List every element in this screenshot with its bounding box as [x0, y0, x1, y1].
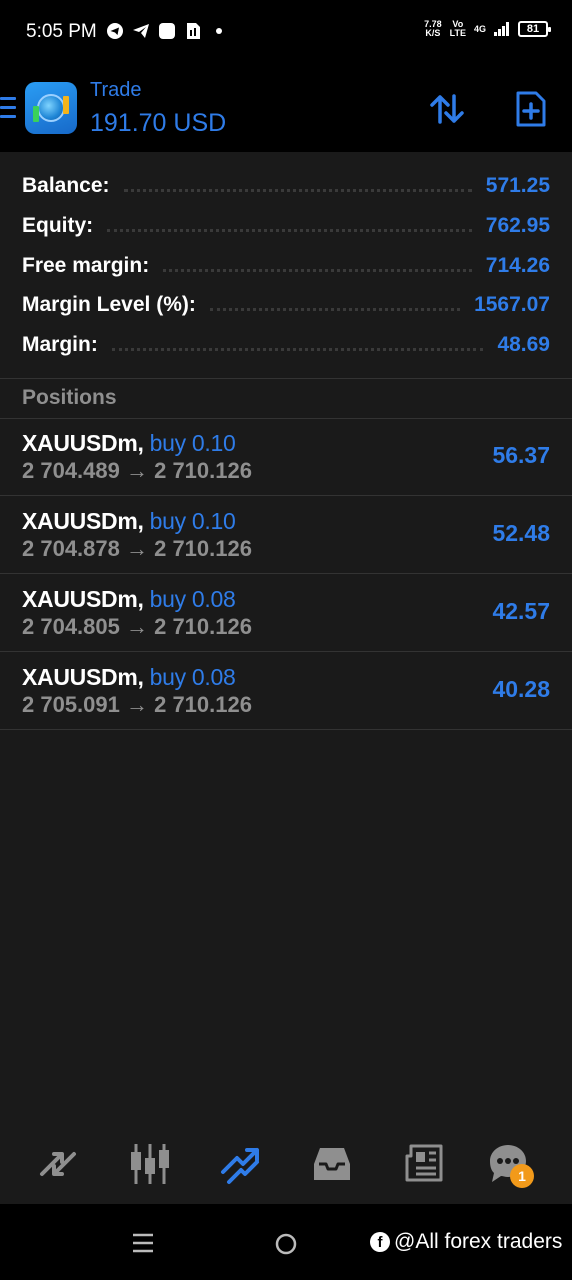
bottom-tab-bar [0, 1126, 572, 1204]
position-prices: 2 704.805 → 2 710.126 [22, 614, 252, 639]
summary-label: Free margin: [22, 254, 150, 277]
summary-value: 48.69 [497, 333, 550, 356]
position-side: buy 0.08 [149, 586, 236, 612]
telegram-icon [107, 23, 123, 39]
app-square-icon [159, 23, 175, 39]
logo-bar-green [33, 106, 39, 122]
position-row[interactable]: XAUUSDm, buy 0.08 2 704.805 → 2 710.126 … [0, 574, 572, 652]
summary-margin-level: Margin Level (%): 1567.07 [22, 285, 550, 325]
status-time: 5:05 PM [26, 21, 97, 42]
summary-free-margin: Free margin: 714.26 [22, 246, 550, 286]
summary-label: Margin: [22, 333, 98, 356]
position-row[interactable]: XAUUSDm, buy 0.10 2 704.489 → 2 710.126 … [0, 418, 572, 496]
position-profit: 56.37 [492, 442, 550, 468]
news-icon[interactable] [401, 1142, 445, 1186]
volte-indicator: Vo LTE [450, 20, 466, 38]
network-type: 4G [473, 23, 486, 34]
telegram-send-icon [133, 24, 149, 38]
position-symbol: XAUUSDm, buy 0.10 [22, 430, 236, 457]
notification-icons [106, 22, 228, 40]
position-profit: 40.28 [492, 676, 550, 702]
messages-badge: 1 [510, 1164, 534, 1188]
summary-value: 1567.07 [474, 293, 550, 316]
globe-icon [37, 94, 65, 122]
position-row[interactable]: XAUUSDm, buy 0.10 2 704.878 → 2 710.126 … [0, 496, 572, 574]
volte-bottom: LTE [449, 28, 466, 38]
dotted-leader [163, 268, 472, 272]
dotted-leader [111, 347, 484, 351]
positions-header: Positions [22, 386, 117, 409]
summary-value: 714.26 [485, 254, 550, 277]
menu-icon[interactable] [0, 97, 16, 119]
watermark: f @All forex traders [370, 1230, 562, 1254]
page-title: Trade [90, 79, 142, 101]
summary-label: Equity: [22, 214, 94, 237]
position-prices: 2 704.489 → 2 710.126 [22, 458, 252, 483]
position-side: buy 0.10 [149, 508, 236, 534]
trade-icon[interactable] [219, 1142, 263, 1186]
watermark-text: @All forex traders [394, 1230, 563, 1253]
battery-indicator: 81 [518, 21, 551, 37]
net-speed-unit: K/S [425, 28, 441, 38]
status-right: 7.78 K/S Vo LTE 4G 81 [424, 20, 551, 38]
logo-bar-yellow [63, 96, 69, 114]
position-profit: 52.48 [492, 520, 550, 546]
position-symbol: XAUUSDm, buy 0.08 [22, 586, 236, 613]
recents-icon[interactable] [132, 1232, 154, 1254]
symbol-name: XAUUSDm, [22, 430, 144, 456]
position-prices: 2 704.878 → 2 710.126 [22, 536, 252, 561]
divider [0, 378, 572, 379]
position-symbol: XAUUSDm, buy 0.10 [22, 508, 236, 535]
sort-icon[interactable] [428, 90, 466, 128]
chart-icon[interactable] [128, 1142, 172, 1186]
symbol-name: XAUUSDm, [22, 664, 144, 690]
facebook-icon: f [370, 1232, 390, 1252]
summary-value: 571.25 [485, 174, 550, 197]
sim-card-icon [187, 23, 200, 39]
trade-content: Balance: 571.25 Equity: 762.95 Free marg… [0, 152, 572, 1126]
app-logo [25, 82, 77, 134]
position-prices: 2 705.091 → 2 710.126 [22, 692, 252, 717]
signal-icon [494, 22, 509, 36]
app-bar: Trade 191.70 USD [0, 64, 572, 152]
summary-equity: Equity: 762.95 [22, 206, 550, 246]
quotes-icon[interactable] [36, 1142, 80, 1186]
summary-label: Balance: [22, 174, 110, 197]
position-row[interactable]: XAUUSDm, buy 0.08 2 705.091 → 2 710.126 … [0, 652, 572, 730]
summary-value: 762.95 [485, 214, 550, 237]
history-icon[interactable] [310, 1142, 354, 1186]
dot-icon [216, 28, 222, 34]
home-icon[interactable] [274, 1232, 298, 1256]
position-side: buy 0.08 [149, 664, 236, 690]
position-profit: 42.57 [492, 598, 550, 624]
summary-margin: Margin: 48.69 [22, 325, 550, 365]
summary-label: Margin Level (%): [22, 293, 196, 316]
position-side: buy 0.10 [149, 430, 236, 456]
position-symbol: XAUUSDm, buy 0.08 [22, 664, 236, 691]
dotted-leader [107, 228, 472, 232]
dotted-leader [123, 188, 472, 192]
symbol-name: XAUUSDm, [22, 508, 144, 534]
symbol-name: XAUUSDm, [22, 586, 144, 612]
summary-balance: Balance: 571.25 [22, 166, 550, 206]
new-order-icon[interactable] [512, 90, 550, 128]
net-speed: 7.78 K/S [424, 20, 442, 38]
account-profit: 191.70 USD [90, 109, 227, 137]
divider [0, 729, 572, 730]
dotted-leader [209, 307, 461, 311]
status-bar: 5:05 PM 7.78 K/S Vo LTE 4G 81 [0, 0, 572, 64]
